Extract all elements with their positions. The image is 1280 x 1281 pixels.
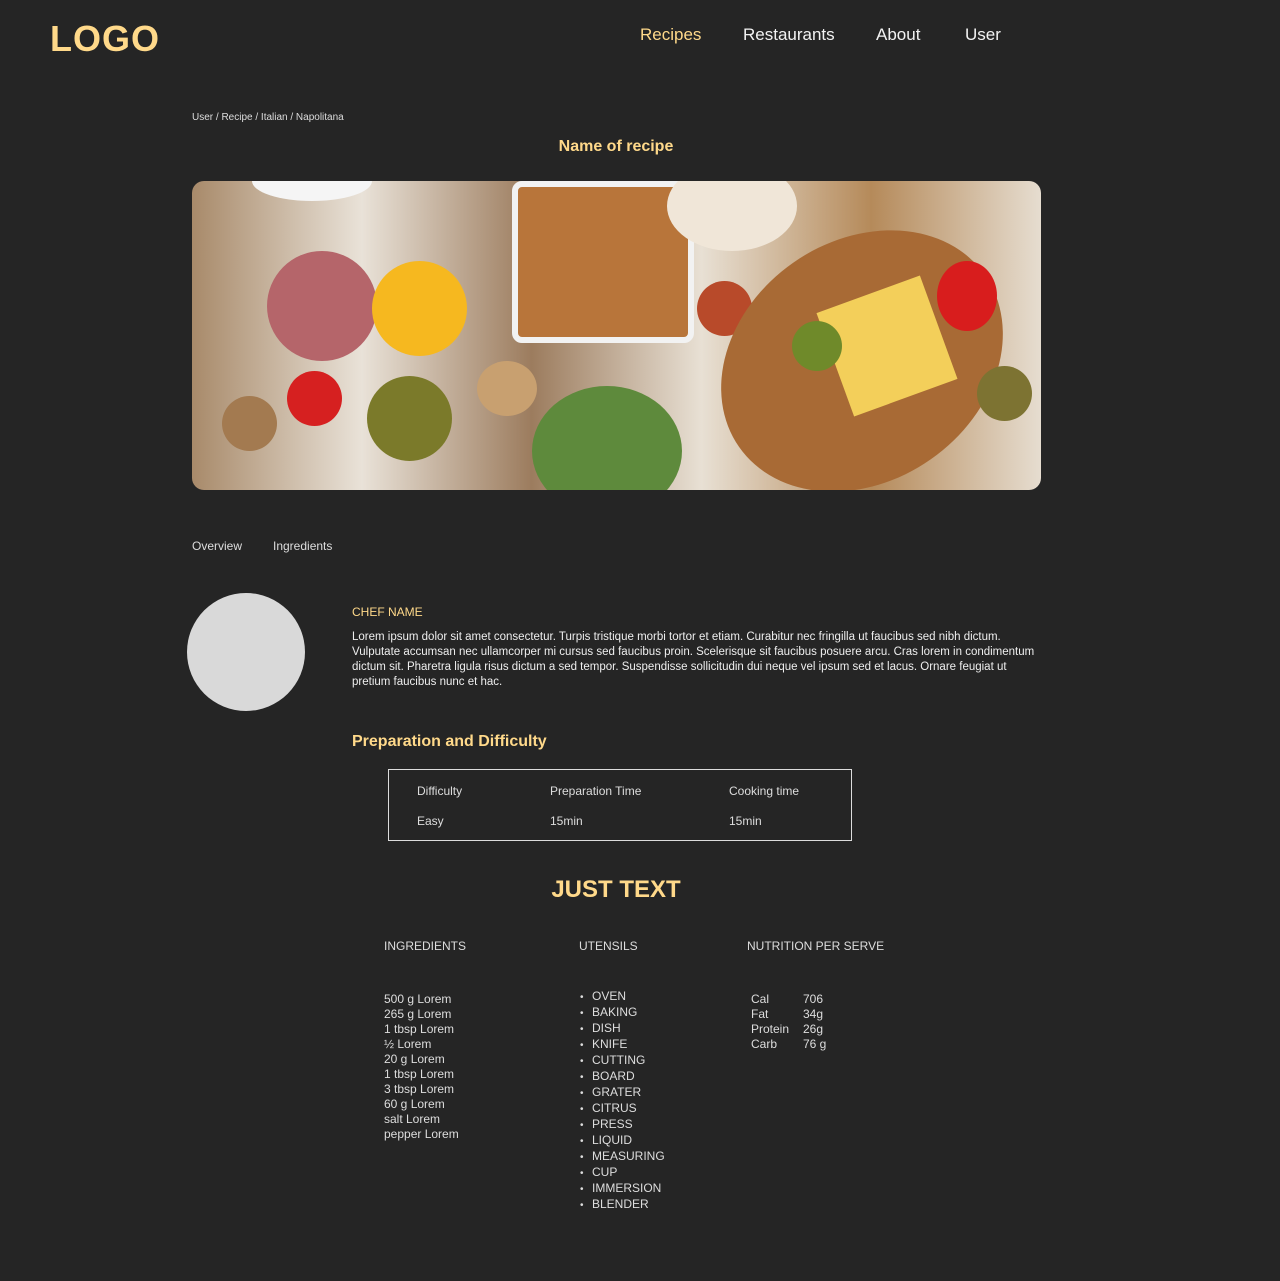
prep-time-value: 15min [550, 814, 583, 828]
utensil-item: GRATER [580, 1085, 665, 1101]
utensil-item: BLENDER [580, 1197, 665, 1213]
chef-bio: Lorem ipsum dolor sit amet consectetur. … [352, 631, 1035, 688]
cooking-time-value: 15min [729, 814, 762, 828]
prep-table: Difficulty Preparation Time Cooking time… [388, 769, 852, 841]
nutrition-row: Protein 26g [751, 1022, 826, 1037]
utensils-heading: UTENSILS [579, 939, 638, 953]
nutrition-row: Fat 34g [751, 1007, 826, 1022]
utensil-item: OVEN [580, 989, 665, 1005]
page-title: Name of recipe [558, 138, 674, 155]
cooking-time-label: Cooking time [729, 784, 800, 798]
utensil-item: BAKING [580, 1005, 665, 1021]
ingredient-item: 1 tbsp Lorem [384, 1067, 455, 1081]
utensil-item: KNIFE [580, 1037, 665, 1053]
nutrition-row: Cal 706 [751, 992, 826, 1007]
utensil-item: MEASURING [580, 1149, 665, 1165]
ingredient-item: 265 g Lorem [384, 1007, 452, 1021]
nutrition-table: Cal 706 Fat 34g Protein 26g Carb 76 g [751, 992, 826, 1052]
ingredient-item: pepper Lorem [384, 1127, 459, 1141]
nutrition-label: Fat [751, 1007, 769, 1021]
ingredient-item: ½ Lorem [384, 1037, 432, 1051]
utensil-item: CUP [580, 1165, 665, 1181]
recipe-hero-image [192, 181, 1041, 490]
nav-recipes[interactable]: Recipes [640, 25, 701, 45]
nav-restaurants[interactable]: Restaurants [743, 25, 835, 45]
chef-avatar [187, 593, 305, 711]
nutrition-row: Carb 76 g [751, 1037, 826, 1052]
difficulty-label: Difficulty [417, 784, 463, 798]
prep-time-label: Preparation Time [550, 784, 642, 798]
chef-name: CHEF NAME [352, 605, 423, 619]
utensil-item: IMMERSION [580, 1181, 665, 1197]
nutrition-value: 34g [803, 1007, 824, 1021]
utensil-item: CUTTING [580, 1053, 665, 1069]
nutrition-value: 706 [803, 992, 824, 1006]
nav-user[interactable]: User [965, 25, 1001, 45]
nutrition-label: Cal [751, 992, 770, 1006]
ingredients-heading: INGREDIENTS [384, 939, 467, 953]
utensil-item: LIQUID [580, 1133, 665, 1149]
nutrition-label: Protein [751, 1022, 790, 1036]
prep-heading: Preparation and Difficulty [352, 733, 547, 750]
tab-overview[interactable]: Overview [192, 539, 242, 553]
ingredient-item: 500 g Lorem [384, 992, 452, 1006]
section-title: JUST TEXT [551, 876, 681, 903]
logo[interactable]: LOGO [50, 18, 160, 60]
nav-about[interactable]: About [876, 25, 920, 45]
utensil-item: PRESS [580, 1117, 665, 1133]
ingredient-item: salt Lorem [384, 1112, 441, 1126]
nutrition-value: 26g [803, 1022, 824, 1036]
nutrition-value: 76 g [803, 1037, 827, 1051]
utensil-item: DISH [580, 1021, 665, 1037]
tab-ingredients[interactable]: Ingredients [273, 539, 332, 553]
difficulty-value: Easy [417, 814, 444, 828]
ingredient-item: 1 tbsp Lorem [384, 1022, 455, 1036]
nutrition-heading: NUTRITION PER SERVE [747, 939, 885, 953]
utensil-item: CITRUS [580, 1101, 665, 1117]
ingredient-item: 20 g Lorem [384, 1052, 445, 1066]
breadcrumb[interactable]: User / Recipe / Italian / Napolitana [192, 112, 344, 123]
ingredient-item: 60 g Lorem [384, 1097, 445, 1111]
utensil-item: BOARD [580, 1069, 665, 1085]
ingredient-item: 3 tbsp Lorem [384, 1082, 455, 1096]
nutrition-label: Carb [751, 1037, 778, 1051]
ingredients-list: 500 g Lorem 265 g Lorem 1 tbsp Lorem ½ Lore… [384, 992, 459, 1142]
utensils-list: OVENBAKINGDISHKNIFECUTTINGBOARDGRATERCIT… [580, 989, 665, 1213]
